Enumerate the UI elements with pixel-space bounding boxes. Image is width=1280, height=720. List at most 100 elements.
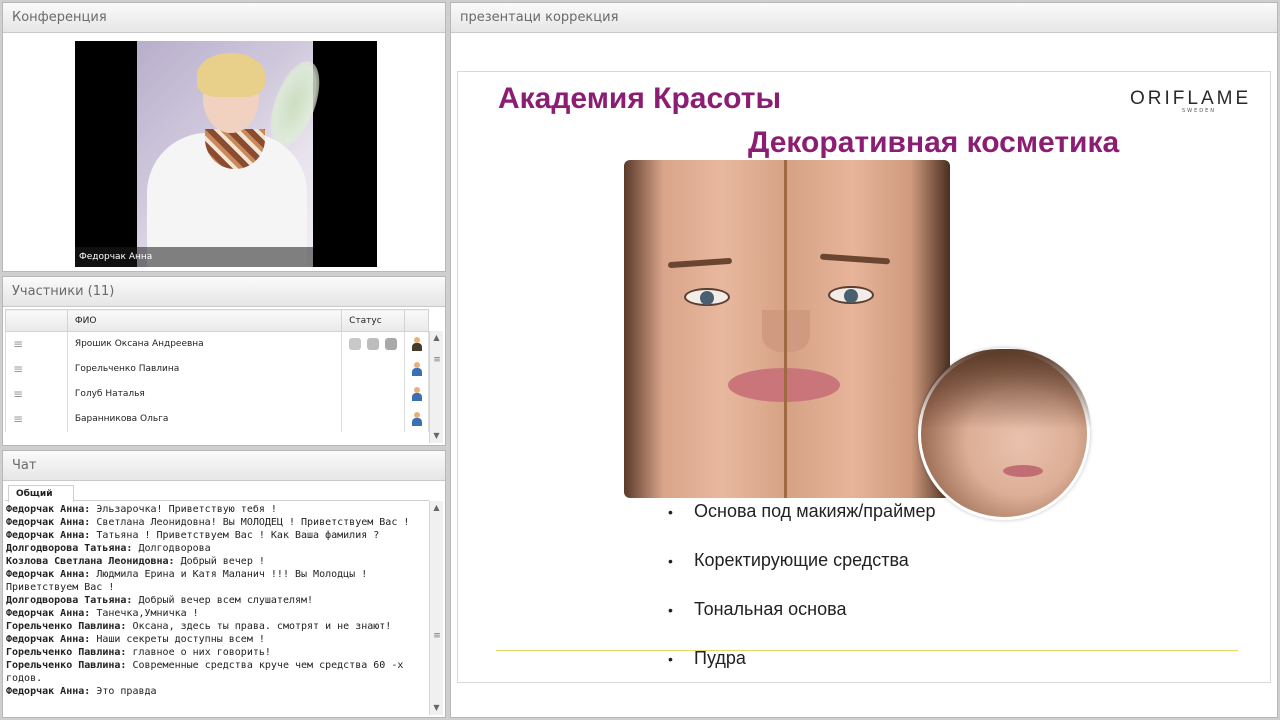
chat-message: Горельченко Павлина: Современные средств… <box>6 659 426 685</box>
list-item: • Основа под макияж/праймер <box>668 496 936 545</box>
chat-message: Федорчак Анна: Светлана Леонидовна! Вы М… <box>6 516 426 529</box>
participants-scrollbar[interactable]: ▲ ≡ ▼ <box>429 331 443 443</box>
bullet-icon: • <box>668 651 673 667</box>
chat-text: Татьяна ! Приветствуем Вас ! Как Ваша фа… <box>90 530 380 541</box>
participant-status <box>341 331 406 357</box>
bullet-icon: • <box>668 602 673 618</box>
face-divider <box>784 160 787 498</box>
drag-handle-icon[interactable]: ≡ <box>5 331 68 357</box>
table-row[interactable]: ≡ Ярошик Оксана Андреевна <box>5 331 429 357</box>
chat-text: главное о них говорить! <box>126 647 271 658</box>
chat-tabs: Общий <box>5 483 429 502</box>
video-caption: Федорчак Анна <box>79 252 153 262</box>
participant-name: Горельченко Павлина <box>66 356 343 382</box>
left-brow <box>667 257 733 269</box>
chat-message: Долгодворова Татьяна: Долгодворова <box>6 542 426 555</box>
user-icon <box>411 412 423 426</box>
role-cell <box>404 406 429 432</box>
scroll-up-icon[interactable]: ▲ <box>430 501 443 515</box>
chat-text: Долгодворова <box>132 543 211 554</box>
bullet-text: Тональная основа <box>694 599 847 619</box>
participant-status <box>341 356 406 382</box>
chat-message: Федорчак Анна: Людмила Ерина и Катя Мала… <box>6 568 426 594</box>
bullet-icon: • <box>668 504 673 520</box>
column-header-status[interactable]: Статус <box>341 309 406 332</box>
role-cell <box>404 331 429 357</box>
participant-name: Баранникова Ольга <box>66 406 343 432</box>
chat-author: Долгодворова Татьяна: <box>6 543 133 554</box>
chat-scrollbar[interactable]: ▲ ≡ ▼ <box>429 501 443 715</box>
list-item: • Пудра <box>668 643 936 682</box>
scroll-down-icon[interactable]: ▼ <box>430 429 443 443</box>
slide-divider <box>496 650 1238 651</box>
chat-message: Козлова Светлана Леонидовна: Добрый вече… <box>6 555 426 568</box>
chat-author: Федорчак Анна: <box>6 569 91 580</box>
role-cell <box>404 381 429 407</box>
chat-author: Федорчак Анна: <box>6 530 91 541</box>
presentation-panel-title: презентаци коррекция <box>451 3 1277 33</box>
chat-author: Федорчак Анна: <box>6 686 91 697</box>
chat-text: Добрый вечер всем слушателям! <box>132 595 314 606</box>
table-row[interactable]: ≡ Голуб Наталья <box>5 381 429 407</box>
column-header-name[interactable]: ФИО <box>66 309 343 332</box>
participant-status <box>341 406 406 432</box>
chat-message: Федорчак Анна: Наши секреты доступны все… <box>6 633 426 646</box>
participant-name: Ярошик Оксана Андреевна <box>66 331 343 357</box>
slide-bullet-list: • Основа под макияж/праймер • Коректирующи… <box>668 496 936 682</box>
conference-panel-title: Конференция <box>3 3 445 33</box>
right-brow <box>819 253 891 265</box>
user-icon <box>411 387 423 401</box>
chat-panel-title: Чат <box>3 451 445 481</box>
drag-handle-icon[interactable]: ≡ <box>5 381 68 407</box>
chat-author: Федорчак Анна: <box>6 608 91 619</box>
chat-message: Федорчак Анна: Танечка,Умничка ! <box>6 607 426 620</box>
scroll-down-icon[interactable]: ▼ <box>430 701 443 715</box>
chat-message: Горельченко Павлина: Оксана, здесь ты пр… <box>6 620 426 633</box>
drag-handle-icon[interactable]: ≡ <box>5 356 68 382</box>
chat-log: Федорчак Анна: Эльзарочка! Приветствую т… <box>6 503 426 715</box>
video-feed[interactable]: Федорчак Анна <box>75 41 377 267</box>
oriflame-logo: ORIFLAME <box>1130 88 1252 109</box>
conference-panel: Конференция Федорчак Анна <box>2 2 446 272</box>
presentation-slide: Академия Красоты Декоративная косметика … <box>457 71 1271 683</box>
bullet-text: Основа под макияж/праймер <box>694 501 936 521</box>
participants-table: ФИО Статус ≡ Ярошик Оксана Андреевна ≡ Г… <box>5 309 429 432</box>
table-row[interactable]: ≡ Горельченко Павлина <box>5 356 429 382</box>
user-icon <box>411 337 423 352</box>
chat-text: Наши секреты доступны всем ! <box>90 634 265 645</box>
chat-author: Долгодворова Татьяна: <box>6 595 133 606</box>
scroll-grip-icon[interactable]: ≡ <box>433 355 441 365</box>
before-after-face-image <box>624 160 950 498</box>
bullet-text: Пудра <box>694 648 746 668</box>
left-eye <box>684 288 730 306</box>
tab-general[interactable]: Общий <box>8 485 74 502</box>
mic-off-icon[interactable] <box>367 338 380 351</box>
chat-text: Оксана, здесь ты права. смотрят и не зна… <box>126 621 392 632</box>
table-row[interactable]: ≡ Баранникова Ольга <box>5 406 429 432</box>
drag-handle-icon[interactable]: ≡ <box>5 406 68 432</box>
chat-message: Федорчак Анна: Это правда <box>6 685 426 698</box>
chat-message: Горельченко Павлина: главное о них говор… <box>6 646 426 659</box>
column-header-role <box>404 309 429 332</box>
screen-off-icon[interactable] <box>385 338 398 351</box>
chat-author: Горельченко Павлина: <box>6 621 127 632</box>
chat-message: Долгодворова Татьяна: Добрый вечер всем … <box>6 594 426 607</box>
role-cell <box>404 356 429 382</box>
bullet-text: Коректирующие средства <box>694 550 909 570</box>
camera-off-icon[interactable] <box>349 338 362 351</box>
scroll-up-icon[interactable]: ▲ <box>430 331 443 345</box>
chat-author: Федорчак Анна: <box>6 517 91 528</box>
chat-author: Горельченко Павлина: <box>6 647 127 658</box>
list-item: • Коректирующие средства <box>668 545 936 594</box>
participants-panel: Участники (11) ФИО Статус ≡ Ярошик Оксан… <box>2 276 446 446</box>
chat-panel: Чат Общий Федорчак Анна: Эльзарочка! При… <box>2 450 446 718</box>
column-header-drag <box>5 309 68 332</box>
user-icon <box>411 362 423 376</box>
slide-subheading: Декоративная косметика <box>748 126 1120 159</box>
chat-author: Козлова Светлана Леонидовна: <box>6 556 175 567</box>
chat-author: Федорчак Анна: <box>6 504 91 515</box>
right-eye <box>828 286 874 304</box>
participant-status <box>341 381 406 407</box>
scroll-grip-icon[interactable]: ≡ <box>433 631 441 641</box>
slide-heading: Академия Красоты <box>498 82 782 115</box>
